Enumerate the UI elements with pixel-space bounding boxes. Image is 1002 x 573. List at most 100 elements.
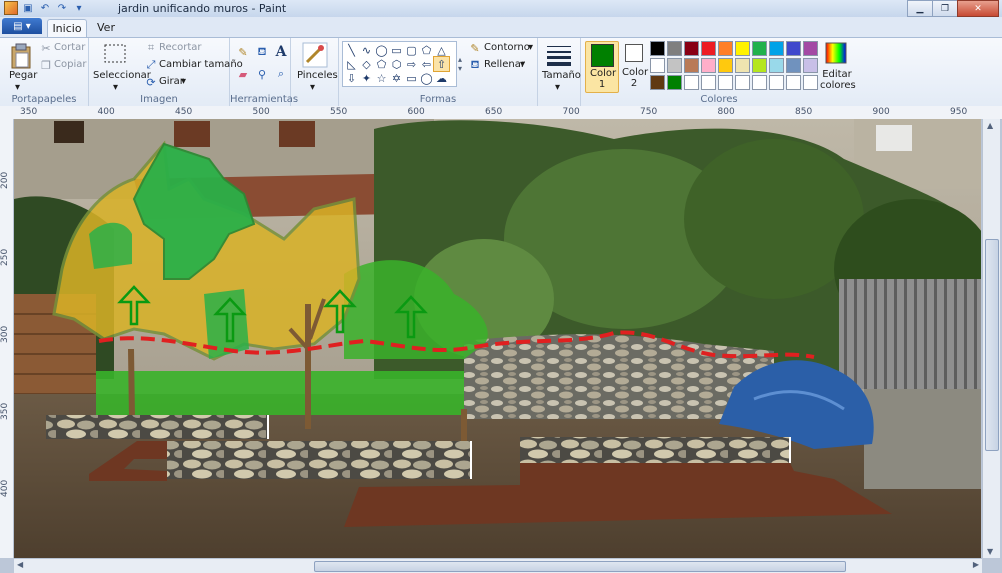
- horizontal-ruler: 350 400 450 500 550 600 650 700 750 800 850 900 950: [0, 106, 1002, 120]
- select-dropdown-icon[interactable]: ▾: [113, 82, 118, 93]
- four-point-star-shape-icon[interactable]: ✦: [359, 71, 374, 85]
- edit-colors-icon[interactable]: [825, 42, 847, 64]
- polygon-shape-icon[interactable]: ⬠: [419, 43, 434, 57]
- brushes-button[interactable]: Pinceles: [297, 70, 338, 81]
- palette-swatch[interactable]: [650, 75, 665, 90]
- close-button[interactable]: ✕: [957, 0, 999, 17]
- fill-bucket-icon[interactable]: ⛾: [254, 44, 270, 60]
- horizontal-scroll-thumb[interactable]: [314, 561, 846, 572]
- down-arrow-shape-icon[interactable]: ⇩: [344, 71, 359, 85]
- select-icon[interactable]: [104, 44, 126, 64]
- callout-rect-shape-icon[interactable]: ▭: [404, 71, 419, 85]
- palette-swatch[interactable]: [667, 41, 682, 56]
- pentagon-shape-icon[interactable]: ⬠: [374, 57, 389, 71]
- curve-shape-icon[interactable]: ∿: [359, 43, 374, 57]
- palette-swatch[interactable]: [735, 41, 750, 56]
- vertical-scrollbar[interactable]: ▲ ▼: [982, 119, 1000, 558]
- color1-swatch: [591, 44, 614, 67]
- palette-swatch[interactable]: [667, 75, 682, 90]
- palette-swatch[interactable]: [701, 75, 716, 90]
- palette-swatch[interactable]: [752, 75, 767, 90]
- rectangle-shape-icon[interactable]: ▭: [389, 43, 404, 57]
- triangle-shape-icon[interactable]: △: [434, 43, 449, 57]
- palette-swatch[interactable]: [786, 75, 801, 90]
- scroll-down-icon[interactable]: ▼: [987, 547, 993, 556]
- fill-button[interactable]: Rellenar: [484, 59, 525, 70]
- eraser-icon[interactable]: ▰: [235, 66, 251, 82]
- paint-app-icon[interactable]: [4, 1, 18, 15]
- color-picker-icon[interactable]: ⚲: [254, 66, 270, 82]
- fill-dropdown-icon[interactable]: ▾: [520, 59, 525, 70]
- scroll-right-icon[interactable]: ▶: [973, 560, 979, 569]
- palette-swatch[interactable]: [718, 75, 733, 90]
- palette-swatch[interactable]: [803, 58, 818, 73]
- brushes-dropdown-icon[interactable]: ▾: [310, 82, 315, 93]
- palette-swatch[interactable]: [769, 41, 784, 56]
- undo-icon[interactable]: ↶: [38, 1, 52, 15]
- palette-swatch[interactable]: [718, 41, 733, 56]
- rounded-rectangle-shape-icon[interactable]: ▢: [404, 43, 419, 57]
- text-tool-icon[interactable]: A: [273, 44, 289, 60]
- palette-swatch[interactable]: [684, 58, 699, 73]
- line-shape-icon[interactable]: ╲: [344, 43, 359, 57]
- color1-button[interactable]: Color 1: [585, 41, 619, 93]
- hexagon-shape-icon[interactable]: ⬡: [389, 57, 404, 71]
- rotate-dropdown-icon[interactable]: ▾: [181, 76, 186, 87]
- palette-swatch[interactable]: [667, 58, 682, 73]
- palette-swatch[interactable]: [650, 58, 665, 73]
- horizontal-scrollbar[interactable]: ◀ ▶: [14, 558, 982, 573]
- diamond-shape-icon[interactable]: ◇: [359, 57, 374, 71]
- palette-swatch[interactable]: [684, 75, 699, 90]
- outline-button[interactable]: Contorno: [484, 42, 530, 53]
- callout-oval-shape-icon[interactable]: ◯: [419, 71, 434, 85]
- palette-swatch[interactable]: [769, 75, 784, 90]
- size-icon[interactable]: [546, 42, 572, 68]
- left-arrow-shape-icon[interactable]: ⇦: [419, 57, 434, 71]
- brushes-icon[interactable]: [302, 42, 328, 68]
- size-dropdown-icon[interactable]: ▾: [555, 82, 560, 93]
- palette-swatch[interactable]: [735, 75, 750, 90]
- palette-swatch[interactable]: [786, 41, 801, 56]
- shapes-scroll-icon[interactable]: ▴ ▾: [456, 42, 464, 86]
- six-point-star-shape-icon[interactable]: ✡: [389, 71, 404, 85]
- color2-button[interactable]: Color 2: [622, 67, 648, 89]
- redo-icon[interactable]: ↷: [55, 1, 69, 15]
- tab-ver[interactable]: Ver: [92, 19, 120, 36]
- vertical-scroll-thumb[interactable]: [985, 239, 999, 451]
- save-icon[interactable]: ▣: [21, 1, 35, 15]
- palette-swatch[interactable]: [718, 58, 733, 73]
- oval-shape-icon[interactable]: ◯: [374, 43, 389, 57]
- magnifier-icon[interactable]: ⌕: [273, 66, 289, 82]
- file-menu-button[interactable]: ▤ ▾: [2, 18, 42, 34]
- palette-swatch[interactable]: [701, 41, 716, 56]
- palette-swatch[interactable]: [752, 58, 767, 73]
- up-arrow-shape-icon[interactable]: ⇧: [433, 56, 450, 72]
- restore-button[interactable]: ❐: [932, 0, 958, 17]
- palette-swatch[interactable]: [701, 58, 716, 73]
- right-triangle-shape-icon[interactable]: ◺: [344, 57, 359, 71]
- scroll-left-icon[interactable]: ◀: [17, 560, 23, 569]
- pencil-icon[interactable]: ✎: [235, 44, 251, 60]
- palette-swatch[interactable]: [684, 41, 699, 56]
- minimize-button[interactable]: ▁: [907, 0, 933, 17]
- size-button[interactable]: Tamaño: [542, 70, 581, 81]
- crop-button[interactable]: Recortar: [159, 42, 202, 53]
- five-point-star-shape-icon[interactable]: ☆: [374, 71, 389, 85]
- palette-swatch[interactable]: [803, 41, 818, 56]
- scroll-up-icon[interactable]: ▲: [987, 121, 993, 130]
- palette-swatch[interactable]: [786, 58, 801, 73]
- customize-qat-icon[interactable]: ▾: [72, 1, 86, 15]
- drawing-canvas[interactable]: [14, 119, 981, 558]
- palette-swatch[interactable]: [735, 58, 750, 73]
- outline-dropdown-icon[interactable]: ▾: [528, 42, 533, 53]
- tab-inicio[interactable]: Inicio: [47, 19, 87, 37]
- palette-swatch[interactable]: [752, 41, 767, 56]
- select-button[interactable]: Seleccionar: [93, 70, 151, 81]
- callout-cloud-shape-icon[interactable]: ☁: [434, 71, 449, 85]
- palette-swatch[interactable]: [650, 41, 665, 56]
- color2-swatch[interactable]: [625, 44, 643, 62]
- palette-swatch[interactable]: [769, 58, 784, 73]
- right-arrow-shape-icon[interactable]: ⇨: [404, 57, 419, 71]
- palette-swatch[interactable]: [803, 75, 818, 90]
- edit-colors-button[interactable]: Editar colores: [820, 69, 856, 91]
